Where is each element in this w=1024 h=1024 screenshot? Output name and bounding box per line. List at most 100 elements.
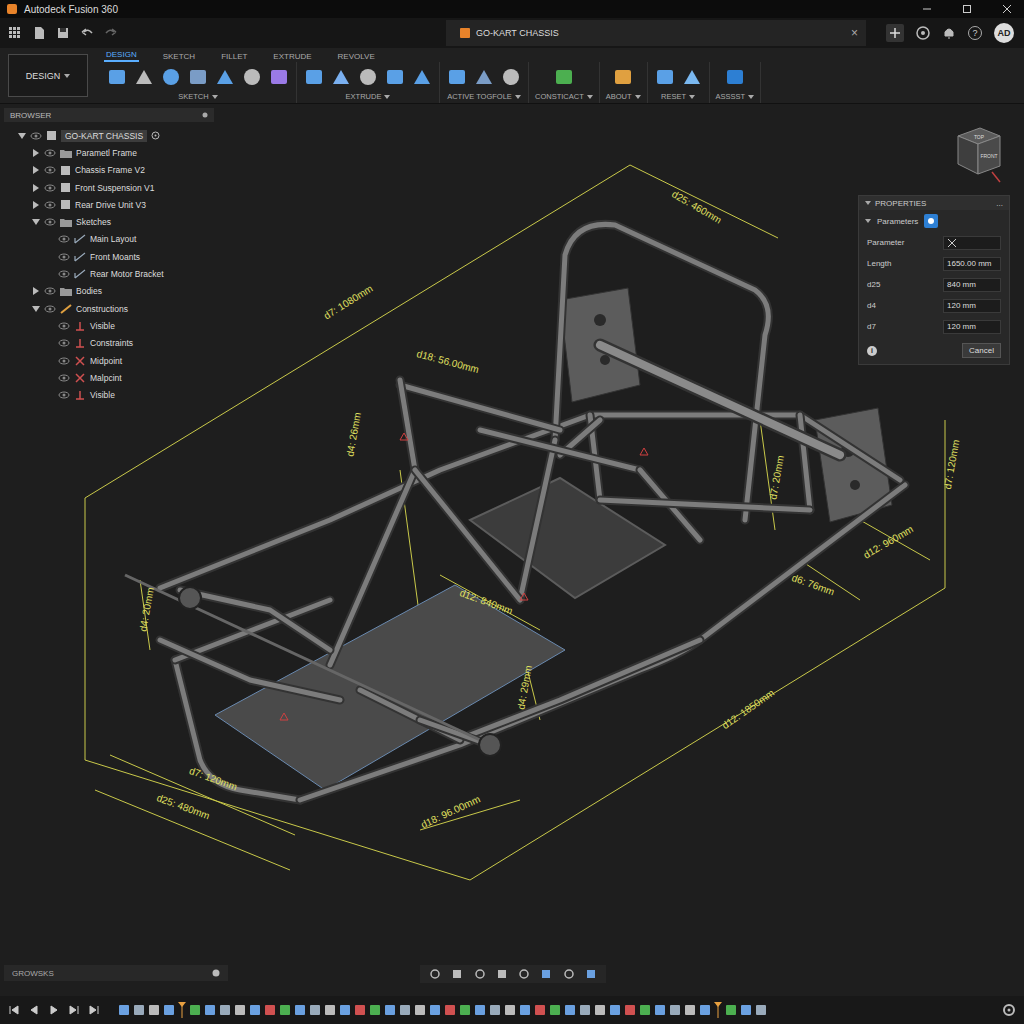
timeline-feature-icon[interactable] <box>699 1004 711 1016</box>
tool-icon[interactable] <box>357 66 379 88</box>
view-cube-graphic[interactable]: TOPFRONT <box>950 122 1006 188</box>
toolbar-tab[interactable]: DESIGN <box>104 50 139 62</box>
maximize-button[interactable] <box>950 0 984 18</box>
browser-item[interactable]: Front Moants <box>4 248 214 265</box>
timeline-feature-icon[interactable] <box>354 1004 366 1016</box>
tool-icon[interactable] <box>473 66 495 88</box>
timeline-feature-icon[interactable] <box>148 1004 160 1016</box>
cancel-button[interactable]: Cancel <box>962 343 1001 358</box>
timeline-feature-icon[interactable] <box>429 1004 441 1016</box>
parameter-value[interactable]: 120 mm <box>943 299 1001 313</box>
timeline-feature-icon[interactable] <box>219 1004 231 1016</box>
dimension-label[interactable]: d4: 20mm <box>137 587 156 633</box>
playback-icon[interactable] <box>8 1004 20 1016</box>
navigation-tool-icon[interactable] <box>496 968 508 980</box>
minimize-button[interactable] <box>910 0 944 18</box>
tool-group-label[interactable]: ACTIVE TOGFOLE <box>447 92 521 103</box>
dimension-label[interactable]: d12: 840mm <box>458 587 514 616</box>
timeline-feature-icon[interactable] <box>755 1004 767 1016</box>
dimension-label[interactable]: d18: 56.00mm <box>416 348 481 375</box>
timeline-feature-icon[interactable] <box>519 1004 531 1016</box>
toolbar-tab[interactable]: EXTRUDE <box>271 52 313 62</box>
timeline-feature-icon[interactable] <box>549 1004 561 1016</box>
timeline-feature-icon[interactable] <box>684 1004 696 1016</box>
visibility-eye-icon[interactable] <box>30 132 42 140</box>
timeline-feature-icon[interactable] <box>579 1004 591 1016</box>
browser-item[interactable]: Visible <box>4 386 214 403</box>
browser-item[interactable]: GO-KART CHASSIS <box>4 127 214 144</box>
tool-icon[interactable] <box>553 66 575 88</box>
browser-item[interactable]: Parametl Frame <box>4 144 214 161</box>
tool-icon[interactable] <box>241 66 263 88</box>
parameter-value[interactable]: 120 mm <box>943 320 1001 334</box>
visibility-eye-icon[interactable] <box>58 235 70 243</box>
timeline-feature-icon[interactable] <box>369 1004 381 1016</box>
dimension-label[interactable]: d7: 120mm <box>942 439 962 490</box>
tool-group-label[interactable]: EXTRUDE <box>346 92 391 103</box>
tool-icon[interactable] <box>160 66 182 88</box>
activate-target-icon[interactable] <box>151 131 160 140</box>
tool-icon[interactable] <box>268 66 290 88</box>
toolbar-tab[interactable]: SKETCH <box>161 52 197 62</box>
timeline-feature-icon[interactable] <box>234 1004 246 1016</box>
timeline-feature-icon[interactable] <box>118 1004 130 1016</box>
visibility-eye-icon[interactable] <box>44 184 56 192</box>
timeline-feature-icon[interactable] <box>249 1004 261 1016</box>
timeline-feature-icon[interactable] <box>474 1004 486 1016</box>
visibility-eye-icon[interactable] <box>44 287 56 295</box>
file-icon[interactable] <box>32 26 46 40</box>
timeline-feature-icon[interactable] <box>725 1004 737 1016</box>
visibility-eye-icon[interactable] <box>44 201 56 209</box>
navigation-tool-icon[interactable] <box>429 968 441 980</box>
timeline-feature-icon[interactable] <box>534 1004 546 1016</box>
tool-icon[interactable] <box>724 66 746 88</box>
navigation-tool-icon[interactable] <box>585 968 597 980</box>
browser-item[interactable]: Rear Motor Bracket <box>4 265 214 282</box>
expand-arrow-icon[interactable] <box>32 184 40 192</box>
browser-item[interactable]: Sketches <box>4 213 214 230</box>
dimension-label[interactable]: d4: 29mm <box>515 665 534 711</box>
visibility-eye-icon[interactable] <box>58 391 70 399</box>
visibility-eye-icon[interactable] <box>58 374 70 382</box>
timeline-settings-icon[interactable] <box>1002 1003 1016 1017</box>
dimension-label[interactable]: d25: 460mm <box>670 188 724 225</box>
tool-icon[interactable] <box>187 66 209 88</box>
workspace-switcher[interactable]: DESIGN <box>8 54 88 97</box>
tool-group-label[interactable]: RESET <box>661 92 695 103</box>
timeline-feature-icon[interactable] <box>339 1004 351 1016</box>
tab-close-button[interactable]: × <box>851 26 858 40</box>
timeline-feature-icon[interactable] <box>669 1004 681 1016</box>
playback-icon[interactable] <box>88 1004 100 1016</box>
timeline-feature-icon[interactable] <box>204 1004 216 1016</box>
playback-icon[interactable] <box>68 1004 80 1016</box>
timeline-marker-icon[interactable] <box>178 1002 186 1018</box>
panel-dot-icon[interactable] <box>202 112 208 118</box>
dimension-label[interactable]: d25: 480mm <box>155 792 211 821</box>
dimension-label[interactable]: d6: 76mm <box>790 572 836 598</box>
tool-icon[interactable] <box>446 66 468 88</box>
browser-item[interactable]: Front Suspension V1 <box>4 179 214 196</box>
browser-item[interactable]: Constructions <box>4 300 214 317</box>
timeline-feature-icon[interactable] <box>399 1004 411 1016</box>
timeline-marker-icon[interactable] <box>714 1002 722 1018</box>
visibility-eye-icon[interactable] <box>44 166 56 174</box>
timeline-feature-icon[interactable] <box>624 1004 636 1016</box>
tool-icon[interactable] <box>330 66 352 88</box>
tool-group-label[interactable]: SKETCH <box>178 92 217 103</box>
expand-arrow-icon[interactable] <box>32 218 40 226</box>
toolbar-tab[interactable]: FILLET <box>219 52 249 62</box>
timeline-feature-icon[interactable] <box>489 1004 501 1016</box>
expand-arrow-icon[interactable] <box>32 287 40 295</box>
tool-icon[interactable] <box>303 66 325 88</box>
visibility-eye-icon[interactable] <box>58 322 70 330</box>
timeline-feature-icon[interactable] <box>594 1004 606 1016</box>
dimension-label[interactable]: d4: 26mm <box>344 412 363 458</box>
visibility-eye-icon[interactable] <box>44 149 56 157</box>
tool-icon[interactable] <box>612 66 634 88</box>
playback-icon[interactable] <box>28 1004 40 1016</box>
browser-item[interactable]: Midpoint <box>4 352 214 369</box>
browser-item[interactable]: Constraints <box>4 335 214 352</box>
timeline-feature-icon[interactable] <box>189 1004 201 1016</box>
dimension-label[interactable]: d18: 96.00mm <box>419 793 482 830</box>
navigation-tool-icon[interactable] <box>518 968 530 980</box>
